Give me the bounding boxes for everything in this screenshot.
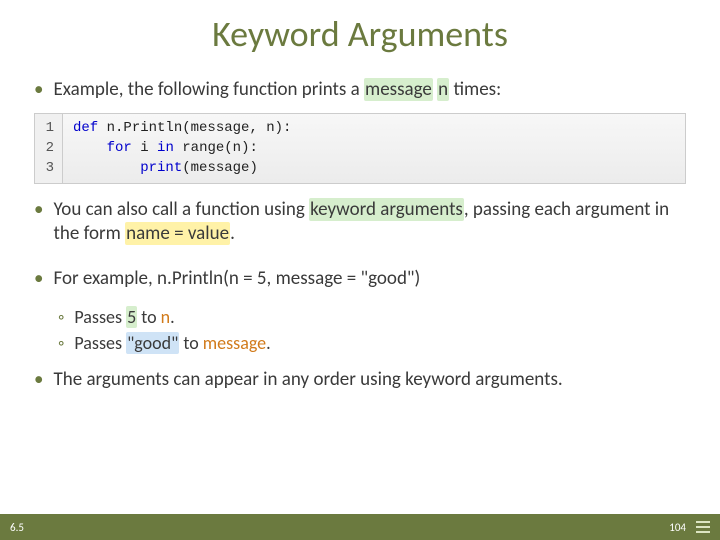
ring-bullet-icon: ◦: [58, 306, 64, 328]
bullet-text: For example, n.Println(n = 5, message = …: [53, 267, 686, 292]
footer-right: 104: [669, 521, 710, 534]
page-title: Keyword Arguments: [0, 12, 720, 56]
code-keyword: in: [157, 140, 174, 156]
highlight-n: n: [437, 78, 449, 101]
sub-bullet-passes-good: ◦ Passes "good" to message.: [58, 332, 686, 354]
text-fragment: Passes: [74, 332, 126, 354]
highlight-value: 5: [126, 306, 137, 328]
bullet-text: The arguments can appear in any order us…: [53, 368, 686, 393]
line-number: 2: [43, 138, 54, 158]
text-fragment: to: [179, 332, 202, 354]
code-keyword: print: [140, 160, 182, 176]
sub-bullet-passes-5: ◦ Passes 5 to n.: [58, 306, 686, 328]
code-indent: [73, 140, 107, 156]
footer-section: 6.5: [10, 521, 24, 534]
footer-bar: 6.5 104: [0, 514, 720, 540]
text-fragment: .: [266, 332, 271, 354]
code-keyword: for: [107, 140, 132, 156]
code-block: 1 2 3 def n.Println(message, n): for i i…: [34, 113, 686, 184]
bullet-text: You can also call a function using keywo…: [53, 198, 686, 247]
highlight-message: message: [364, 78, 433, 101]
bullet-text: Example, the following function prints a…: [53, 78, 686, 103]
sub-bullet-text: Passes "good" to message.: [74, 332, 270, 354]
code-text: n.Println(message, n):: [98, 120, 291, 136]
bullet-dot-icon: •: [34, 78, 43, 103]
bullet-for-example: • For example, n.Println(n = 5, message …: [34, 267, 686, 292]
text-fragment: Example, the following function prints a: [53, 78, 364, 101]
sub-bullet-text: Passes 5 to n.: [74, 306, 174, 328]
bullet-any-order: • The arguments can appear in any order …: [34, 368, 686, 393]
menu-icon[interactable]: [696, 521, 710, 533]
text-fragment: times:: [449, 78, 501, 101]
bullet-dot-icon: •: [34, 368, 43, 393]
highlight-keyword-arguments: keyword arguments: [309, 198, 464, 221]
ring-bullet-icon: ◦: [58, 332, 64, 354]
code-indent: [73, 160, 140, 176]
code-text: range(n):: [174, 140, 258, 156]
line-number: 1: [43, 118, 54, 138]
highlight-name-value: name = value: [125, 222, 230, 245]
slide: Keyword Arguments • Example, the followi…: [0, 0, 720, 540]
bullet-dot-icon: •: [34, 198, 43, 247]
code-text: (message): [182, 160, 258, 176]
param-name: n: [161, 306, 170, 328]
bullet-dot-icon: •: [34, 267, 43, 292]
text-fragment: .: [170, 306, 175, 328]
bullet-keyword-args: • You can also call a function using key…: [34, 198, 686, 247]
text-fragment: .: [230, 222, 235, 245]
text-fragment: to: [137, 306, 160, 328]
line-number: 3: [43, 158, 54, 178]
bullet-example: • Example, the following function prints…: [34, 78, 686, 103]
code-content: def n.Println(message, n): for i in rang…: [63, 114, 301, 183]
param-name: message: [203, 332, 266, 354]
content-area: • Example, the following function prints…: [0, 78, 720, 392]
line-number-gutter: 1 2 3: [35, 114, 63, 183]
page-number: 104: [669, 521, 686, 534]
text-fragment: You can also call a function using: [53, 198, 309, 221]
text-fragment: Passes: [74, 306, 126, 328]
code-text: i: [132, 140, 157, 156]
code-keyword: def: [73, 120, 98, 136]
highlight-value: "good": [126, 332, 179, 354]
